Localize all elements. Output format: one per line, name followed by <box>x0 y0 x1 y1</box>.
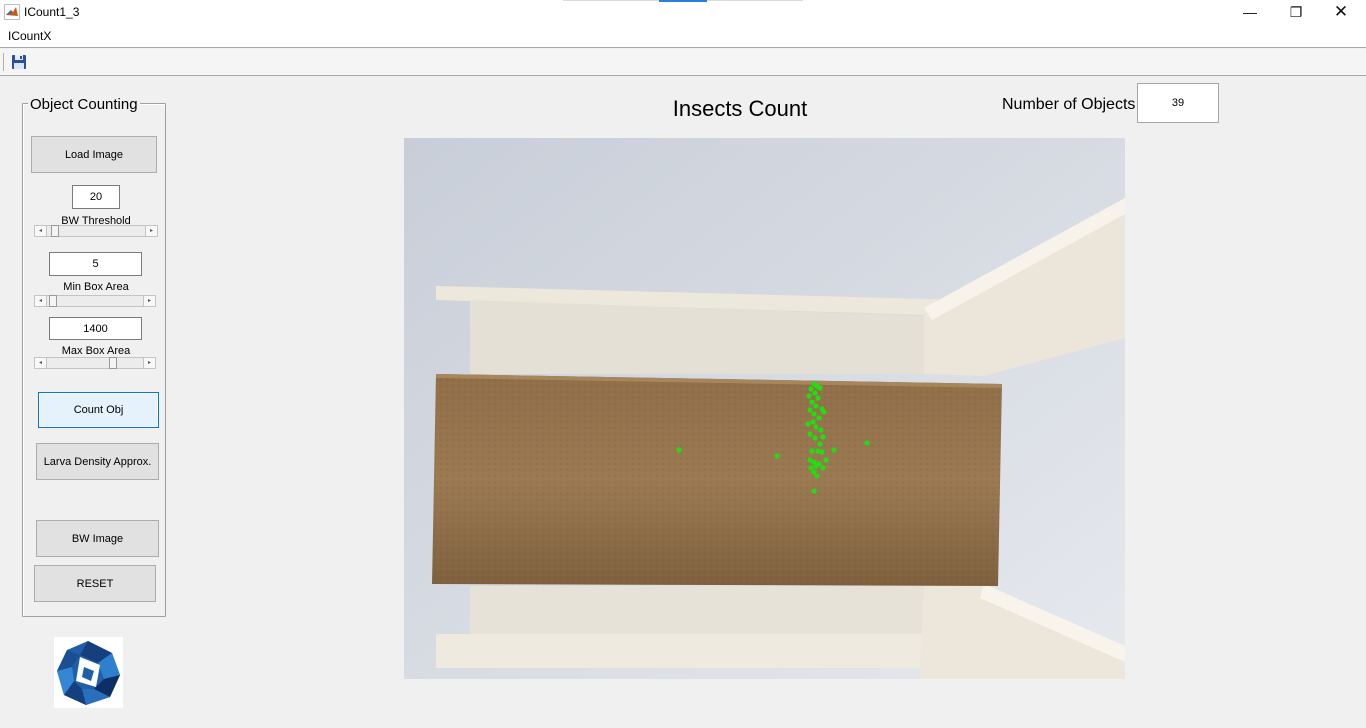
window-title: ICount1_3 <box>24 5 80 19</box>
detection-marker <box>823 457 829 463</box>
bw-threshold-input[interactable]: 20 <box>72 185 120 209</box>
minimize-button[interactable]: — <box>1227 0 1273 24</box>
matlab-app-icon <box>4 4 20 20</box>
detection-marker <box>813 403 819 409</box>
count-obj-button[interactable]: Count Obj <box>38 392 159 428</box>
tray-bottom-rim <box>436 634 944 668</box>
slider-left-arrow-icon[interactable]: ◂ <box>35 296 47 306</box>
detection-marker <box>815 395 821 401</box>
max-box-area-label-clip: Max Box Area <box>35 345 157 355</box>
reset-button[interactable]: RESET <box>34 565 156 602</box>
detection-marker <box>819 449 825 455</box>
bw-threshold-slider[interactable]: ◂ ▸ <box>34 225 158 237</box>
detection-marker <box>821 409 827 415</box>
toolbar <box>0 49 1366 76</box>
detection-marker <box>864 440 870 446</box>
max-box-area-input[interactable]: 1400 <box>49 317 142 340</box>
detection-marker <box>818 427 824 433</box>
slider-thumb[interactable] <box>109 357 117 369</box>
detection-marker <box>811 488 817 494</box>
detection-marker <box>805 421 811 427</box>
detection-marker <box>807 431 813 437</box>
title-accent-highlight <box>659 0 707 2</box>
slider-thumb[interactable] <box>49 295 57 307</box>
detection-marker <box>808 386 814 392</box>
slider-right-arrow-icon[interactable]: ▸ <box>143 296 155 306</box>
detection-marker <box>809 399 815 405</box>
detection-marker <box>809 448 815 454</box>
title-bar: ICount1_3 — ❐ ✕ <box>0 0 1366 24</box>
min-box-area-label: Min Box Area <box>63 281 129 293</box>
detection-marker <box>812 435 818 441</box>
insect-image-view <box>404 138 1125 679</box>
detection-marker <box>811 411 817 417</box>
detection-marker <box>817 385 823 391</box>
detection-marker <box>817 441 823 447</box>
detection-marker <box>813 463 819 469</box>
slider-right-arrow-icon[interactable]: ▸ <box>143 358 155 368</box>
min-box-area-slider[interactable]: ◂ ▸ <box>34 295 156 307</box>
main-title: Insects Count <box>672 96 808 121</box>
detection-marker <box>774 453 780 459</box>
min-box-area-input[interactable]: 5 <box>49 252 142 276</box>
detection-marker <box>806 393 812 399</box>
toolbar-grip <box>3 53 4 71</box>
substrate-texture <box>432 374 1002 586</box>
detection-marker <box>813 424 819 430</box>
slider-right-arrow-icon[interactable]: ▸ <box>145 226 157 236</box>
detection-marker <box>812 390 818 396</box>
number-of-objects-field[interactable]: 39 <box>1137 83 1219 123</box>
detection-marker <box>820 434 826 440</box>
tray-bottom-wall <box>470 586 924 638</box>
panel-title: Object Counting <box>28 96 140 113</box>
slider-thumb[interactable] <box>51 225 59 237</box>
detection-marker <box>816 415 822 421</box>
bw-image-button[interactable]: BW Image <box>36 520 159 557</box>
detection-marker <box>676 447 682 453</box>
floppy-disk-icon[interactable] <box>9 52 29 72</box>
slider-left-arrow-icon[interactable]: ◂ <box>35 358 47 368</box>
load-image-button[interactable]: Load Image <box>31 136 157 173</box>
restore-button[interactable]: ❐ <box>1273 0 1319 24</box>
detection-marker <box>820 465 826 471</box>
menu-item-icountx[interactable]: ICountX <box>8 29 51 43</box>
max-box-area-label: Max Box Area <box>61 345 131 355</box>
number-of-objects-label: Number of Objects <box>1002 96 1136 113</box>
institution-logo <box>54 637 123 708</box>
max-box-area-slider[interactable]: ◂ ▸ <box>34 357 156 369</box>
detection-marker <box>814 473 820 479</box>
menu-bar: ICountX <box>0 24 1366 48</box>
close-button[interactable]: ✕ <box>1318 0 1364 24</box>
detection-marker <box>831 447 837 453</box>
detection-marker <box>807 407 813 413</box>
detection-marker <box>810 419 816 425</box>
larva-density-button[interactable]: Larva Density Approx. <box>36 443 159 480</box>
slider-left-arrow-icon[interactable]: ◂ <box>35 226 47 236</box>
